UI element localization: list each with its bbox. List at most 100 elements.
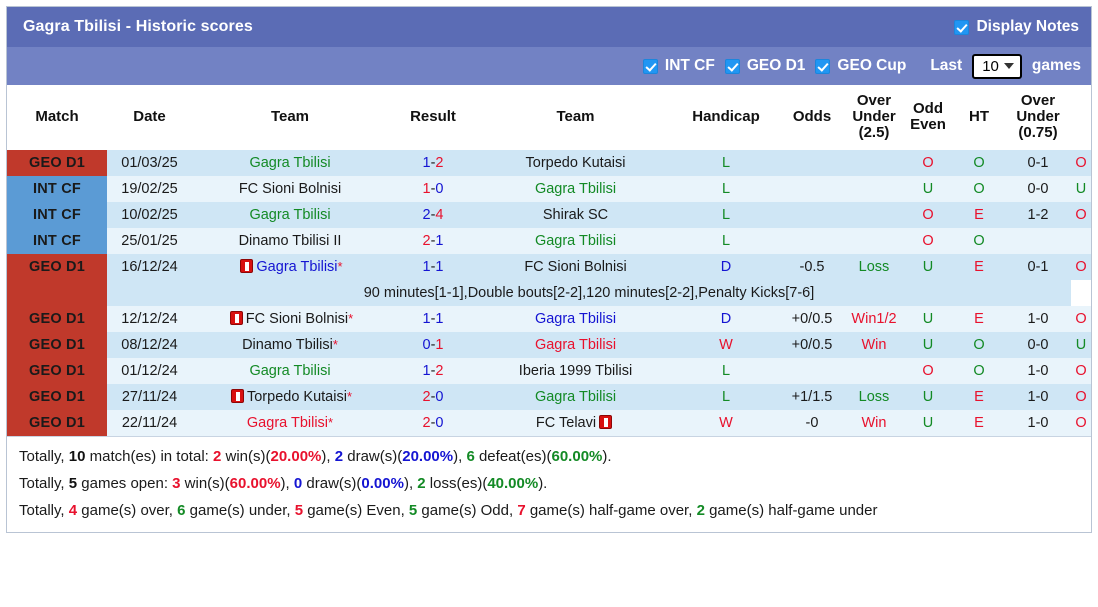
away-team-cell[interactable]: Torpedo Kutaisi xyxy=(478,149,673,176)
league-badge[interactable]: GEO D1 xyxy=(7,357,107,384)
summary-segment: win(s)( xyxy=(180,474,230,492)
filter-geo-cup[interactable]: GEO Cup xyxy=(815,57,906,75)
team-name[interactable]: FC Sioni Bolnisi xyxy=(524,259,626,275)
table-row[interactable]: GEO D1 22/11/24 Gagra Tbilisi* 2-0 FC Telavi… xyxy=(7,409,1091,436)
checkbox-icon[interactable] xyxy=(724,58,740,74)
away-team-cell[interactable]: Shirak SC xyxy=(478,201,673,228)
home-team-cell[interactable]: Gagra Tbilisi* xyxy=(192,409,388,436)
games-count-select[interactable]: 10 xyxy=(972,53,1022,79)
away-team-cell[interactable]: Gagra Tbilisi xyxy=(478,383,673,410)
team-name[interactable]: Gagra Tbilisi xyxy=(535,181,616,197)
team-name[interactable]: Gagra Tbilisi xyxy=(247,415,328,431)
away-team-cell[interactable]: Gagra Tbilisi xyxy=(478,331,673,358)
away-team-cell[interactable]: Gagra Tbilisi xyxy=(478,305,673,332)
away-team-cell[interactable]: Gagra Tbilisi xyxy=(478,227,673,254)
table-row[interactable]: INT CF 25/01/25 Dinamo Tbilisi II 2-1 Gagra … xyxy=(7,227,1091,254)
score-cell: 2-1 xyxy=(388,227,478,254)
wdl-marker: L xyxy=(721,362,731,379)
checkbox-icon[interactable] xyxy=(642,58,658,74)
league-badge[interactable]: GEO D1 xyxy=(7,383,107,410)
asterisk-marker: * xyxy=(328,414,334,430)
table-row[interactable]: GEO D1 16/12/24 Gagra Tbilisi* 1-1 FC Sioni … xyxy=(7,253,1091,280)
home-team-cell[interactable]: Dinamo Tbilisi* xyxy=(192,331,388,358)
team-name[interactable]: Gagra Tbilisi xyxy=(256,259,337,275)
display-notes-toggle[interactable]: Display Notes xyxy=(954,18,1079,36)
team-name[interactable]: Dinamo Tbilisi II xyxy=(239,233,342,249)
home-team-cell[interactable]: Gagra Tbilisi xyxy=(192,357,388,384)
checkbox-icon[interactable] xyxy=(954,19,970,35)
over-under-marker: U xyxy=(922,258,934,275)
away-team-cell[interactable]: FC Sioni Bolnisi xyxy=(478,253,673,280)
team-name[interactable]: Gagra Tbilisi xyxy=(249,207,330,223)
team-name[interactable]: Gagra Tbilisi xyxy=(535,337,616,353)
filter-int-cf[interactable]: INT CF xyxy=(642,57,715,75)
home-team-cell[interactable]: FC Sioni Bolnisi xyxy=(192,175,388,202)
league-badge[interactable]: GEO D1 xyxy=(7,409,107,436)
odd-even-cell: O xyxy=(953,331,1005,358)
summary-segment: 3 xyxy=(172,474,181,492)
odd-even-cell: O xyxy=(953,149,1005,176)
home-team-cell[interactable]: Gagra Tbilisi xyxy=(192,149,388,176)
away-team-cell[interactable]: FC Telavi xyxy=(478,409,673,436)
handicap-cell xyxy=(779,201,845,228)
filter-geo-d1[interactable]: GEO D1 xyxy=(724,57,805,75)
handicap-cell: -0.5 xyxy=(779,253,845,280)
table-body: GEO D1 01/03/25 Gagra Tbilisi 1-2 Torpedo Ku… xyxy=(7,149,1091,436)
half-time-score: 1-0 xyxy=(1005,357,1071,384)
half-time-score: 1-0 xyxy=(1005,409,1071,436)
odd-even-marker: O xyxy=(973,336,985,353)
home-team-cell[interactable]: FC Sioni Bolnisi* xyxy=(192,305,388,332)
table-row[interactable]: GEO D1 01/03/25 Gagra Tbilisi 1-2 Torpedo Ku… xyxy=(7,149,1091,176)
table-row[interactable]: GEO D1 08/12/24 Dinamo Tbilisi* 0-1 Gagra Tb… xyxy=(7,331,1091,358)
league-badge[interactable]: INT CF xyxy=(7,201,107,228)
wdl-marker: D xyxy=(720,310,732,327)
summary-segment: 40.00% xyxy=(487,474,539,492)
summary-segment: 2 xyxy=(334,447,344,465)
over-under-075-cell: O xyxy=(1071,201,1091,228)
away-team-cell[interactable]: Iberia 1999 Tbilisi xyxy=(478,357,673,384)
away-score: 0 xyxy=(435,388,444,405)
odd-even-marker: E xyxy=(974,414,984,431)
league-badge[interactable]: GEO D1 xyxy=(7,305,107,332)
league-badge[interactable]: INT CF xyxy=(7,227,107,254)
team-name[interactable]: Dinamo Tbilisi xyxy=(242,337,333,353)
table-row[interactable]: INT CF 19/02/25 FC Sioni Bolnisi 1-0 Gagra T… xyxy=(7,175,1091,202)
score-cell: 2-0 xyxy=(388,383,478,410)
odd-even-marker: E xyxy=(974,258,984,275)
home-team-cell[interactable]: Dinamo Tbilisi II xyxy=(192,227,388,254)
team-name[interactable]: Gagra Tbilisi xyxy=(535,311,616,327)
team-name[interactable]: Gagra Tbilisi xyxy=(535,233,616,249)
team-name[interactable]: Torpedo Kutaisi xyxy=(526,155,626,171)
odd-even-cell: E xyxy=(953,409,1005,436)
league-badge[interactable]: INT CF xyxy=(7,175,107,202)
team-name[interactable]: Gagra Tbilisi xyxy=(535,389,616,405)
home-team-cell[interactable]: Torpedo Kutaisi* xyxy=(192,383,388,410)
team-name[interactable]: FC Sioni Bolnisi xyxy=(239,181,341,197)
table-row[interactable]: INT CF 10/02/25 Gagra Tbilisi 2-4 Shirak SC L… xyxy=(7,201,1091,228)
league-badge[interactable]: GEO D1 xyxy=(7,253,107,280)
score-cell: 0-1 xyxy=(388,331,478,358)
team-name[interactable]: Torpedo Kutaisi xyxy=(247,389,347,405)
summary-line-total: Totally, 10 match(es) in total: 2 win(s)… xyxy=(17,443,1081,470)
team-name[interactable]: Gagra Tbilisi xyxy=(249,363,330,379)
column-header: Team xyxy=(478,85,673,150)
team-name[interactable]: Shirak SC xyxy=(543,207,608,223)
away-team-cell[interactable]: Gagra Tbilisi xyxy=(478,175,673,202)
over-under-marker: U xyxy=(922,388,934,405)
summary-segment: 7 xyxy=(517,501,526,519)
checkbox-icon[interactable] xyxy=(815,58,831,74)
table-row[interactable]: GEO D1 27/11/24 Torpedo Kutaisi* 2-0 Gagra T… xyxy=(7,383,1091,410)
summary-segment: ). xyxy=(602,447,612,465)
table-row[interactable]: GEO D1 01/12/24 Gagra Tbilisi 1-2 Iberia 199… xyxy=(7,357,1091,384)
home-team-cell[interactable]: Gagra Tbilisi xyxy=(192,201,388,228)
handicap-cell xyxy=(779,175,845,202)
league-badge[interactable]: GEO D1 xyxy=(7,331,107,358)
league-badge[interactable]: GEO D1 xyxy=(7,149,107,176)
summary-segment: 20.00% xyxy=(402,447,454,465)
team-name[interactable]: Iberia 1999 Tbilisi xyxy=(519,363,632,379)
team-name[interactable]: FC Telavi xyxy=(536,415,596,431)
table-row[interactable]: GEO D1 12/12/24 FC Sioni Bolnisi* 1-1 Gagra … xyxy=(7,305,1091,332)
team-name[interactable]: FC Sioni Bolnisi xyxy=(246,311,348,327)
team-name[interactable]: Gagra Tbilisi xyxy=(249,155,330,171)
home-team-cell[interactable]: Gagra Tbilisi* xyxy=(192,253,388,280)
